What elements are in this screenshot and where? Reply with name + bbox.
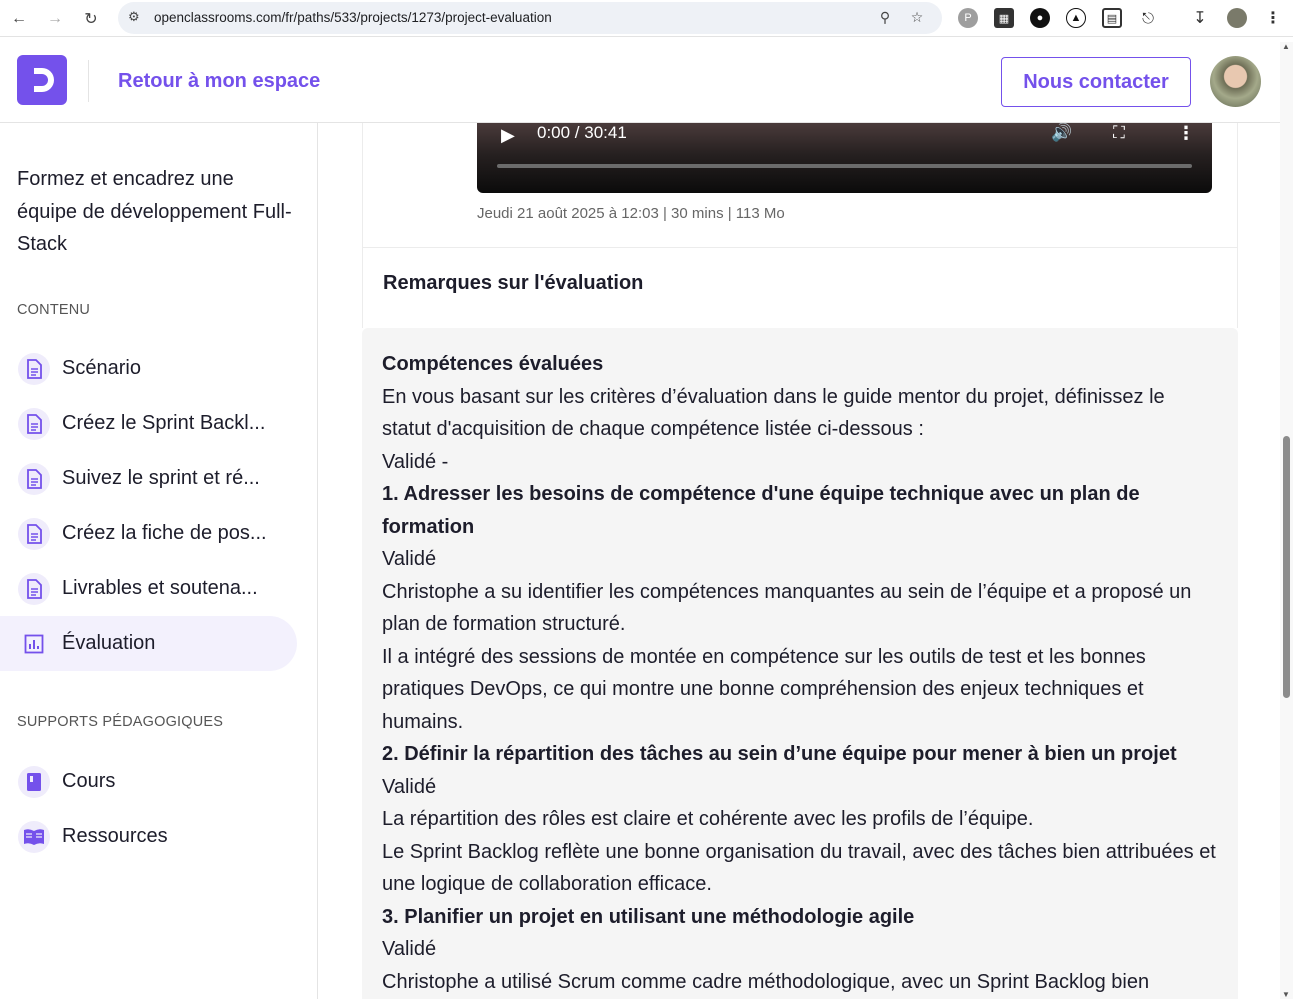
extension-dark-icon[interactable]: ● [1030, 8, 1050, 28]
site-settings-icon[interactable]: ⚙ [128, 9, 146, 27]
remarks-section: Remarques sur l'évaluation [362, 248, 1238, 328]
menu-kebab-icon[interactable]: ⋮ [1263, 8, 1283, 28]
video-card: ▶ 0:00 / 30:41 🔊 ⛶ ⋮ Jeudi 21 août 2025 … [362, 123, 1238, 248]
skill-comment: La répartition des rôles est claire et c… [382, 808, 1034, 830]
sidebar-item-label: Suivez le sprint et ré... [62, 467, 260, 489]
extension-grid-icon[interactable]: ▦ [994, 8, 1014, 28]
browser-toolbar: ← → ↻ ⚙ openclassrooms.com/fr/paths/533/… [0, 0, 1293, 37]
document-icon [18, 518, 50, 550]
address-bar[interactable]: ⚙ openclassrooms.com/fr/paths/533/projec… [118, 2, 942, 34]
sidebar-item-livrables[interactable]: Livrables et soutena... [0, 561, 297, 616]
skill-status: Validé [382, 775, 437, 798]
document-icon [18, 353, 50, 385]
evaluation-heading: Compétences évaluées [382, 353, 604, 375]
remarks-title: Remarques sur l'évaluation [383, 272, 644, 294]
sidebar-item-label: Ressources [62, 825, 168, 847]
video-progress-track[interactable] [497, 164, 1192, 168]
more-options-icon[interactable]: ⋮ [1177, 123, 1195, 144]
sidebar-item-suivez-sprint[interactable]: Suivez le sprint et ré... [0, 451, 297, 506]
skill-comment: Christophe a utilisé Scrum comme cadre m… [382, 970, 1150, 993]
content-section-label: CONTENU [17, 302, 91, 318]
skill-title: 3. Planifier un projet en utilisant une … [382, 905, 915, 928]
header-divider [88, 60, 89, 102]
extension-triangle-icon[interactable]: ▲ [1066, 8, 1086, 28]
back-arrow-icon[interactable]: ← [8, 8, 30, 30]
sidebar-item-label: Évaluation [62, 632, 156, 654]
profile-icon[interactable] [1227, 8, 1247, 28]
reload-icon[interactable]: ↻ [80, 8, 102, 30]
document-icon [18, 408, 50, 440]
sidebar-item-sprint-backlog[interactable]: Créez le Sprint Backl... [0, 396, 297, 451]
url-text[interactable]: openclassrooms.com/fr/paths/533/projects… [154, 10, 552, 25]
evaluation-intro: En vous basant sur les critères d’évalua… [382, 385, 1165, 441]
book-icon [18, 766, 50, 798]
app-header: Retour à mon espace Nous contacter [0, 42, 1293, 123]
chart-icon [18, 628, 50, 660]
video-player[interactable]: ▶ 0:00 / 30:41 🔊 ⛶ ⋮ [477, 123, 1212, 193]
page-scrollbar[interactable]: ▲ ▼ [1280, 42, 1293, 999]
open-book-icon [18, 821, 50, 853]
video-time: 0:00 / 30:41 [537, 123, 627, 142]
back-to-space-link[interactable]: Retour à mon espace [118, 70, 320, 93]
sidebar-item-cours[interactable]: Cours [0, 754, 297, 809]
fullscreen-icon[interactable]: ⛶ [1113, 123, 1125, 143]
sidebar-item-label: Livrables et soutena... [62, 577, 258, 599]
sidebar-item-label: Créez la fiche de pos... [62, 522, 267, 544]
evaluation-validated-line: Validé - [382, 450, 449, 473]
evaluation-text: Compétences évaluées En vous basant sur … [382, 348, 1218, 998]
sidebar-item-label: Scénario [62, 357, 141, 379]
sidebar: Formez et encadrez une équipe de dévelop… [0, 123, 318, 999]
supports-section-label: SUPPORTS PÉDAGOGIQUES [17, 714, 224, 730]
video-meta: Jeudi 21 août 2025 à 12:03 | 30 mins | 1… [477, 205, 785, 222]
extension-shield-icon[interactable]: ▤ [1102, 8, 1122, 28]
skill-status: Validé [382, 938, 437, 960]
zoom-icon[interactable]: ⚲ [876, 9, 894, 27]
contact-button[interactable]: Nous contacter [1001, 57, 1191, 107]
document-icon [18, 463, 50, 495]
skill-title: 1. Adresser les besoins de compétence d'… [382, 483, 1140, 538]
main-content: ▶ 0:00 / 30:41 🔊 ⛶ ⋮ Jeudi 21 août 2025 … [318, 123, 1280, 999]
evaluation-panel: Compétences évaluées En vous basant sur … [362, 328, 1238, 999]
skill-title: 2. Définir la répartition des tâches au … [382, 743, 1177, 765]
scroll-up-arrow-icon[interactable]: ▲ [1282, 42, 1290, 51]
sidebar-item-scenario[interactable]: Scénario [0, 341, 297, 396]
skill-comment: Il a intégré des sessions de montée en c… [382, 645, 1146, 733]
sidebar-item-ressources[interactable]: Ressources [0, 809, 297, 864]
avatar[interactable] [1210, 56, 1261, 107]
play-icon[interactable]: ▶ [501, 125, 515, 146]
sidebar-item-label: Créez le Sprint Backl... [62, 412, 266, 434]
sidebar-item-label: Cours [62, 770, 116, 792]
forward-arrow-icon[interactable]: → [44, 8, 66, 30]
course-title: Formez et encadrez une équipe de dévelop… [17, 168, 292, 255]
volume-icon[interactable]: 🔊 [1051, 123, 1072, 143]
extension-p-icon[interactable]: P [958, 8, 978, 28]
openclassrooms-logo[interactable] [17, 55, 67, 105]
bookmark-star-icon[interactable]: ☆ [908, 9, 926, 27]
extensions-puzzle-icon[interactable]: ⎋ [1138, 8, 1158, 28]
skill-comment: Christophe a su identifier les compétenc… [382, 580, 1192, 636]
sidebar-item-fiche-poste[interactable]: Créez la fiche de pos... [0, 506, 297, 561]
document-icon [18, 573, 50, 605]
logo-mark-icon [34, 68, 54, 92]
skill-status: Validé [382, 548, 437, 570]
sidebar-item-evaluation[interactable]: Évaluation [0, 616, 297, 671]
scrollbar-thumb[interactable] [1283, 436, 1290, 698]
download-icon[interactable]: ↧ [1190, 8, 1210, 28]
skill-comment: Le Sprint Backlog reflète une bonne orga… [382, 840, 1216, 896]
scroll-down-arrow-icon[interactable]: ▼ [1282, 990, 1290, 999]
